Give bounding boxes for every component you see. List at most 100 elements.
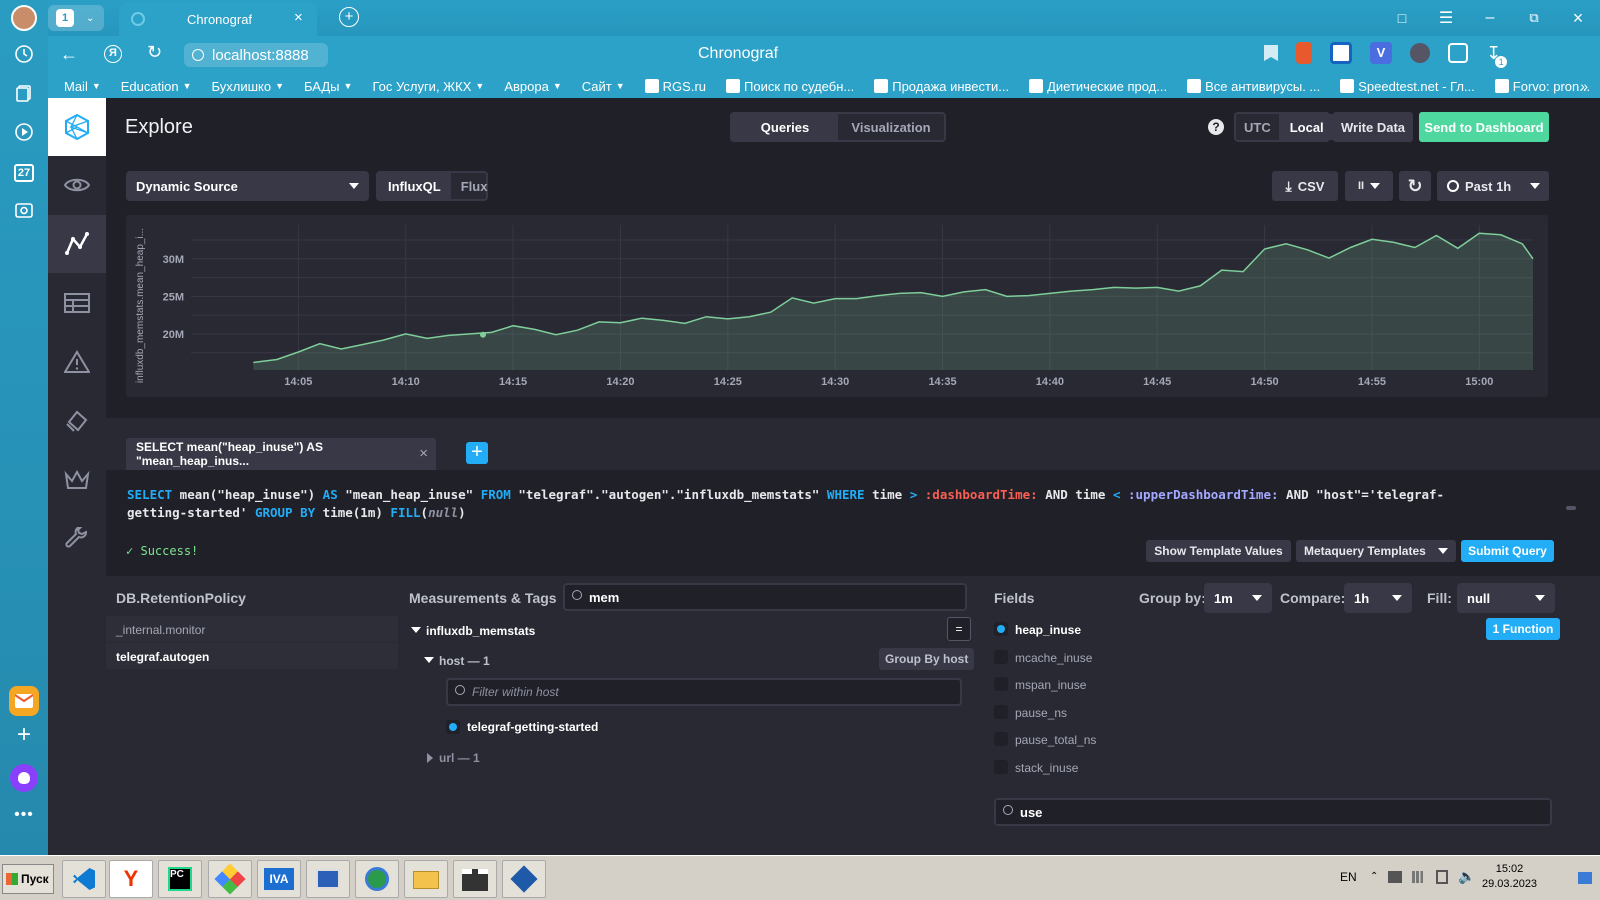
tz-utc[interactable]: UTC bbox=[1236, 114, 1279, 140]
field-item[interactable]: mcache_inuse bbox=[984, 644, 1474, 672]
metaquery-templates-dropdown[interactable]: Metaquery Templates bbox=[1296, 540, 1456, 562]
extension-puzzle-icon[interactable] bbox=[1448, 43, 1468, 63]
new-tab-button[interactable]: + bbox=[339, 7, 359, 27]
bookmark-item[interactable]: Диетические прод... bbox=[1029, 79, 1167, 94]
field-checkbox[interactable] bbox=[994, 759, 1008, 774]
csv-button[interactable]: ⤓ CSV bbox=[1272, 171, 1338, 201]
url-field[interactable]: localhost:8888 bbox=[184, 43, 328, 67]
pause-dropdown[interactable]: II bbox=[1345, 171, 1393, 201]
bookmark-icon[interactable] bbox=[1264, 45, 1278, 61]
measurement-toggle-button[interactable]: = bbox=[947, 617, 971, 641]
help-icon[interactable]: ? bbox=[1208, 119, 1224, 135]
extension-warning-icon[interactable] bbox=[1296, 42, 1312, 64]
tab-queries[interactable]: Queries bbox=[732, 114, 838, 140]
fields-search-input[interactable]: use bbox=[994, 798, 1552, 826]
time-range-dropdown[interactable]: Past 1h bbox=[1437, 171, 1549, 201]
tray-expand-icon[interactable]: ⌃ bbox=[1370, 871, 1378, 882]
nav-admin-icon[interactable] bbox=[48, 451, 106, 509]
history-icon[interactable] bbox=[12, 44, 36, 68]
fill-dropdown[interactable]: null bbox=[1457, 583, 1555, 613]
taskbar-pycharm-icon[interactable]: PC bbox=[158, 860, 202, 898]
nav-dashboards-icon[interactable] bbox=[48, 274, 106, 332]
tag-value-item[interactable]: telegraf-getting-started bbox=[398, 714, 984, 740]
tab-counter[interactable]: 1 ⌄ bbox=[48, 5, 104, 31]
nav-configuration-icon[interactable] bbox=[48, 510, 106, 568]
refresh-button[interactable]: ↻ bbox=[1399, 171, 1431, 201]
extension-lock-icon[interactable] bbox=[1330, 42, 1352, 64]
compare-dropdown[interactable]: 1h bbox=[1344, 583, 1412, 613]
field-item[interactable]: stack_inuse bbox=[984, 754, 1474, 782]
field-item[interactable]: heap_inuse bbox=[984, 616, 1474, 644]
tab-visualization[interactable]: Visualization bbox=[838, 114, 944, 140]
calendar-icon[interactable]: 27 bbox=[12, 161, 36, 185]
nav-log-viewer-icon[interactable] bbox=[48, 392, 106, 450]
tray-usb-icon[interactable] bbox=[1436, 869, 1449, 884]
field-checkbox[interactable] bbox=[994, 649, 1008, 664]
group-by-host-button[interactable]: Group By host bbox=[879, 648, 975, 670]
bookmark-item[interactable]: Все антивирусы. ... bbox=[1187, 79, 1320, 94]
field-item[interactable]: pause_ns bbox=[984, 699, 1474, 727]
bookmark-item[interactable]: Speedtest.net - Гл... bbox=[1340, 79, 1475, 94]
restore-icon[interactable]: ⧉ bbox=[1512, 10, 1556, 26]
taskbar-video-editor-icon[interactable] bbox=[453, 860, 497, 898]
reload-icon[interactable]: ↻ bbox=[147, 42, 162, 63]
tray-display-icon[interactable] bbox=[1388, 870, 1403, 883]
bookmark-item[interactable]: Аврора ▼ bbox=[504, 79, 561, 94]
editor-resize-handle[interactable] bbox=[1566, 506, 1576, 510]
field-item[interactable]: pause_total_ns bbox=[984, 726, 1474, 754]
field-checkbox[interactable] bbox=[994, 732, 1008, 746]
tray-signal-icon[interactable] bbox=[1412, 870, 1427, 883]
show-desktop-icon[interactable] bbox=[1578, 872, 1592, 884]
write-data-button[interactable]: Write Data bbox=[1333, 112, 1413, 142]
bookmark-item[interactable]: Education ▼ bbox=[121, 79, 192, 94]
taskbar-yandex-icon[interactable]: Y bbox=[109, 860, 153, 898]
alice-icon[interactable] bbox=[10, 764, 38, 792]
site-info-icon[interactable] bbox=[192, 49, 204, 61]
bookmark-item[interactable]: БАДы ▼ bbox=[304, 79, 352, 94]
bookmark-item[interactable]: Mail ▼ bbox=[64, 79, 101, 94]
measurement-item[interactable]: influxdb_memstats = bbox=[398, 616, 984, 644]
minimize-icon[interactable]: – bbox=[1468, 9, 1512, 27]
video-icon[interactable] bbox=[12, 122, 36, 146]
query-tab[interactable]: SELECT mean("heap_inuse") AS "mean_heap_… bbox=[126, 438, 436, 470]
taskbar-explorer-icon[interactable] bbox=[404, 860, 448, 898]
measurement-search-input[interactable]: mem bbox=[563, 583, 967, 611]
taskbar-iva-icon[interactable]: IVA bbox=[257, 860, 301, 898]
bookmarks-panel-icon[interactable]: □ bbox=[1380, 10, 1424, 26]
bookmark-item[interactable]: Сайт ▼ bbox=[582, 79, 625, 94]
back-icon[interactable]: ← bbox=[60, 44, 78, 65]
field-checkbox[interactable] bbox=[994, 622, 1008, 636]
clock[interactable]: 15:02 29.03.2023 bbox=[1482, 862, 1537, 892]
bookmark-item[interactable]: Гос Услуги, ЖКХ ▼ bbox=[372, 79, 484, 94]
tag-filter-input[interactable]: Filter within host bbox=[446, 678, 962, 706]
bookmark-item[interactable]: RGS.ru bbox=[644, 79, 706, 94]
show-template-values-button[interactable]: Show Template Values bbox=[1146, 540, 1291, 562]
field-checkbox[interactable] bbox=[994, 677, 1008, 691]
bookmark-item[interactable]: Бухлишко ▼ bbox=[212, 79, 285, 94]
bookmark-item[interactable]: Продажа инвести... bbox=[874, 79, 1009, 94]
taskbar-sourcetree-icon[interactable] bbox=[208, 860, 252, 898]
tag-host-item[interactable]: host — 1 Group By host bbox=[398, 646, 984, 674]
extension-v-icon[interactable]: V bbox=[1370, 42, 1392, 64]
lang-flux[interactable]: Flux bbox=[451, 173, 498, 199]
mail-app-icon[interactable] bbox=[9, 686, 39, 716]
tray-volume-icon[interactable]: 🔈 bbox=[1458, 868, 1475, 885]
downloads-icon[interactable]: ↧ 1 bbox=[1486, 43, 1508, 68]
avatar[interactable] bbox=[11, 5, 37, 31]
function-button[interactable]: 1 Function bbox=[1486, 618, 1560, 640]
close-tab-icon[interactable]: × bbox=[294, 9, 303, 26]
extension-dark-icon[interactable] bbox=[1410, 43, 1430, 63]
tz-local[interactable]: Local bbox=[1278, 114, 1335, 140]
add-icon[interactable]: + bbox=[12, 723, 36, 747]
collections-icon[interactable] bbox=[12, 83, 36, 107]
chronograf-logo-icon[interactable] bbox=[48, 98, 106, 156]
taskbar-network-icon[interactable] bbox=[306, 860, 350, 898]
nav-status-icon[interactable] bbox=[48, 156, 106, 214]
taskbar-browser-icon[interactable] bbox=[355, 860, 399, 898]
yandex-icon[interactable]: Я bbox=[104, 45, 122, 63]
start-button[interactable]: Пуск bbox=[2, 864, 54, 894]
db-item-telegraf[interactable]: telegraf.autogen bbox=[106, 643, 398, 669]
active-tab[interactable]: Chronograf × bbox=[119, 2, 317, 36]
nav-alerts-icon[interactable] bbox=[48, 333, 106, 391]
group-by-dropdown[interactable]: 1m bbox=[1204, 583, 1272, 613]
